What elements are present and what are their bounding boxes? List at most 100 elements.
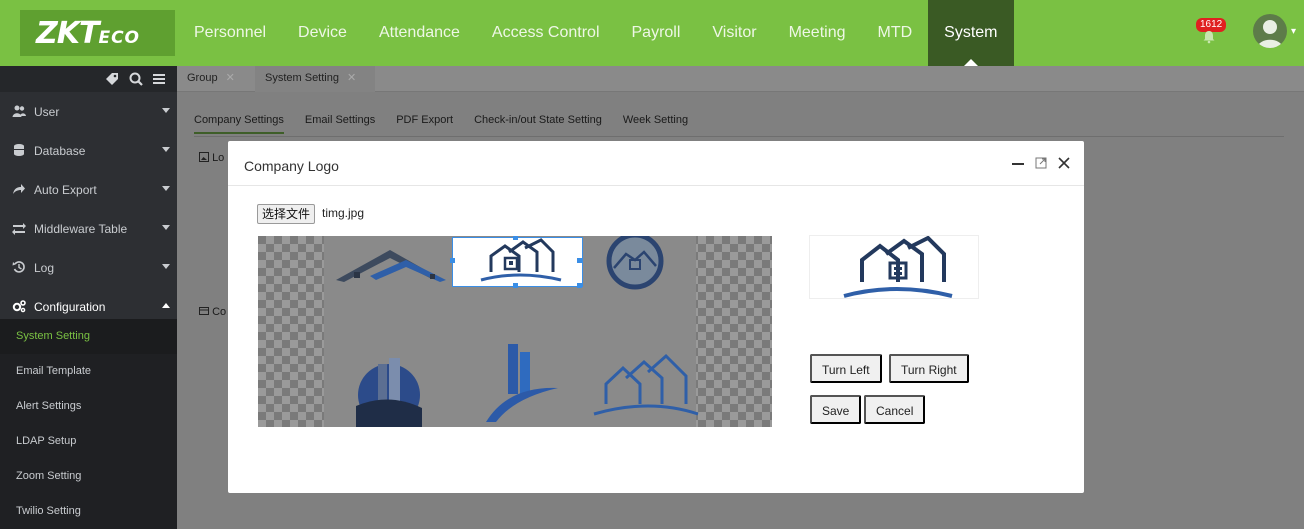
sidebar-subitem-twilio-setting[interactable]: Twilio Setting [0, 494, 177, 529]
bell-icon [1203, 31, 1215, 44]
company-logo-dialog: Company Logo 选择文件 timg.jpg Turn Left Tur… [228, 141, 1084, 493]
crop-handle[interactable] [577, 283, 582, 288]
nav-item-access-control[interactable]: Access Control [476, 0, 616, 66]
avatar-person-icon [1257, 20, 1283, 48]
nav-item-system[interactable]: System [928, 0, 1014, 66]
choose-file-button[interactable]: 选择文件 [257, 204, 316, 224]
close-icon[interactable] [1056, 155, 1072, 171]
sidebar-toolbar [0, 66, 177, 92]
sidebar-item-label: Configuration [34, 300, 106, 314]
app-window: ZKTECO Personnel Device Attendance Access C… [0, 0, 1304, 529]
page-tab-system-setting[interactable]: System Setting ✕ [255, 66, 375, 92]
settings-tab-pdf-export[interactable]: PDF Export [396, 114, 453, 134]
sidebar-subitem-label: Zoom Setting [16, 470, 82, 482]
tag-icon[interactable] [104, 71, 120, 87]
logo-section-fragment: Lo [199, 152, 224, 164]
logo-main: ZKT [36, 16, 99, 51]
gears-icon [12, 300, 26, 313]
image-icon [199, 152, 209, 162]
maximize-icon[interactable] [1033, 155, 1049, 171]
close-tab-icon[interactable]: ✕ [347, 72, 356, 84]
sidebar-item-user[interactable]: User [0, 93, 177, 131]
nav-item-visitor[interactable]: Visitor [696, 0, 772, 66]
share-arrow-icon [13, 184, 25, 194]
close-tab-icon[interactable]: ✕ [226, 72, 235, 84]
crop-selection-box[interactable] [450, 236, 583, 288]
sidebar-item-label: Log [34, 261, 55, 275]
sidebar-item-label: Middleware Table [34, 222, 128, 236]
preview-house-logo [843, 236, 953, 298]
nav-item-personnel[interactable]: Personnel [178, 0, 282, 66]
image-crop-area[interactable] [258, 236, 772, 427]
crop-handle[interactable] [513, 236, 518, 240]
caret-down-icon [162, 264, 170, 269]
crop-handle[interactable] [577, 258, 582, 263]
cancel-button[interactable]: Cancel [864, 395, 926, 424]
sidebar-subitem-label: Alert Settings [16, 400, 82, 412]
logo-preview [809, 235, 979, 299]
main-nav: Personnel Device Attendance Access Control P… [178, 0, 1014, 66]
users-icon [12, 105, 26, 117]
notification-bell[interactable]: 1612 [1196, 16, 1227, 50]
turn-right-button[interactable]: Turn Right [889, 354, 969, 383]
company-section-fragment: Co [199, 306, 226, 318]
company-fragment-text: Co [212, 306, 227, 318]
dialog-title: Company Logo [244, 158, 339, 174]
sidebar-item-database[interactable]: Database [0, 132, 177, 170]
sidebar: User Database Auto Export Middleware Table L… [0, 66, 177, 529]
swap-arrows-icon [12, 223, 26, 235]
sidebar-item-label: Auto Export [34, 183, 97, 197]
selected-house-logo [480, 238, 562, 282]
logo-fragment-text: Lo [212, 152, 225, 164]
sidebar-subitem-system-setting[interactable]: System Setting [0, 319, 177, 354]
sidebar-subitem-label: Email Template [16, 365, 91, 377]
sidebar-subitem-alert-settings[interactable]: Alert Settings [0, 389, 177, 424]
settings-tab-check-in-out-state-setting[interactable]: Check-in/out State Setting [474, 114, 602, 134]
settings-tabs: Company Settings Email Settings PDF Export… [194, 114, 709, 134]
page-tab-group[interactable]: Group ✕ [177, 66, 245, 92]
save-button[interactable]: Save [810, 395, 862, 424]
sidebar-item-middleware-table[interactable]: Middleware Table [0, 210, 177, 248]
chosen-file-name: timg.jpg [322, 206, 365, 220]
circle-house-logo [606, 236, 664, 290]
nav-item-payroll[interactable]: Payroll [616, 0, 697, 66]
sidebar-item-log[interactable]: Log [0, 249, 177, 287]
sidebar-subitem-label: LDAP Setup [16, 435, 77, 447]
database-icon [14, 144, 24, 156]
list-icon[interactable] [151, 71, 167, 87]
settings-tab-week-setting[interactable]: Week Setting [623, 114, 688, 134]
page-tab-label: System Setting [265, 72, 339, 84]
sidebar-subitem-label: Twilio Setting [16, 505, 81, 517]
nav-item-mtd[interactable]: MTD [862, 0, 929, 66]
tabs-divider [194, 136, 1284, 137]
nav-item-device[interactable]: Device [282, 0, 363, 66]
avatar-dropdown-icon[interactable]: ▾ [1291, 26, 1296, 37]
sidebar-item-auto-export[interactable]: Auto Export [0, 171, 177, 209]
nav-item-meeting[interactable]: Meeting [773, 0, 862, 66]
page-tab-label: Group [187, 72, 218, 84]
search-icon[interactable] [128, 71, 144, 87]
sidebar-subitem-ldap-setup[interactable]: LDAP Setup [0, 424, 177, 459]
user-avatar[interactable] [1253, 14, 1287, 48]
logo-text: ZKTECO [36, 16, 140, 51]
sidebar-subitem-email-template[interactable]: Email Template [0, 354, 177, 389]
sidebar-item-label: User [34, 105, 60, 119]
history-icon [12, 261, 25, 273]
sidebar-subitem-zoom-setting[interactable]: Zoom Setting [0, 459, 177, 494]
settings-tab-email-settings[interactable]: Email Settings [305, 114, 375, 134]
dialog-divider [228, 185, 1084, 186]
crop-handle[interactable] [450, 258, 455, 263]
caret-down-icon [162, 186, 170, 191]
nav-item-attendance[interactable]: Attendance [363, 0, 476, 66]
turn-left-button[interactable]: Turn Left [810, 354, 882, 383]
page-tab-bar: Group ✕ System Setting ✕ [177, 66, 1304, 92]
minimize-icon[interactable] [1010, 155, 1026, 171]
sidebar-subitem-label: System Setting [16, 330, 90, 342]
sidebar-item-label: Database [34, 144, 86, 158]
brand-logo[interactable]: ZKTECO [20, 10, 175, 56]
top-navigation-bar: ZKTECO Personnel Device Attendance Access C… [0, 0, 1304, 66]
crop-handle[interactable] [513, 283, 518, 288]
settings-tab-company-settings[interactable]: Company Settings [194, 114, 284, 134]
caret-down-icon [162, 147, 170, 152]
caret-down-icon [162, 108, 170, 113]
